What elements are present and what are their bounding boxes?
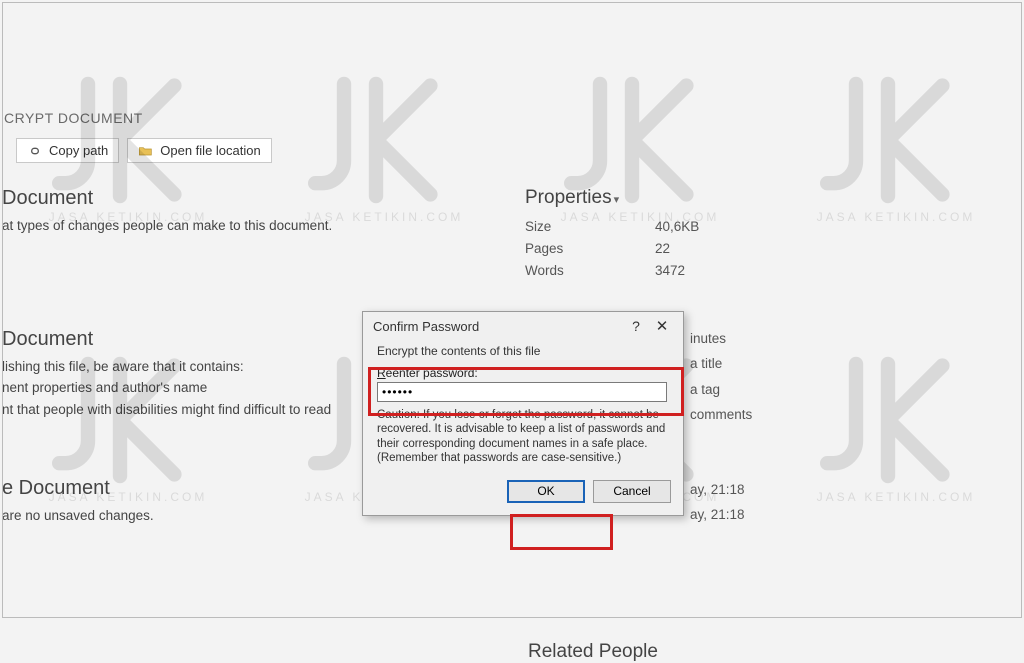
toolbar: Copy path Open file location [0,138,1024,163]
close-icon[interactable]: ✕ [649,317,675,335]
open-location-label: Open file location [160,143,260,158]
ok-button[interactable]: OK [507,480,585,503]
folder-open-icon [138,144,154,158]
confirm-password-dialog: Confirm Password ? ✕ Encrypt the content… [362,311,684,516]
properties-table: Size 40,6KB Pages 22 Words 3472 [525,219,1024,278]
properties-heading[interactable]: Properties▾ [525,187,1024,209]
cancel-button[interactable]: Cancel [593,480,671,503]
chevron-down-icon: ▾ [612,194,620,206]
prop-val-pages: 22 [655,241,1024,256]
protect-document-section: Document at types of changes people can … [0,187,525,236]
prop-val-size: 40,6KB [655,219,1024,234]
dialog-titlebar[interactable]: Confirm Password ? ✕ [363,312,683,340]
prop-key-pages: Pages [525,241,655,256]
link-icon [27,144,43,158]
prop-key-size: Size [525,219,655,234]
reenter-password-input[interactable] [377,382,667,402]
prop-tail[interactable]: comments [690,402,752,427]
prop-tail[interactable]: a tag [690,377,752,402]
dialog-subtitle: Encrypt the contents of this file [377,344,671,358]
dialog-title: Confirm Password [373,319,623,334]
prop-tail[interactable]: a title [690,351,752,376]
help-icon[interactable]: ? [623,318,649,334]
prop-tail: inutes [690,326,752,351]
copy-path-label: Copy path [49,143,108,158]
prop-key-words: Words [525,263,655,278]
caution-text: Caution: If you lose or forget the passw… [377,408,667,466]
prop-tail: ay, 21:18 [690,478,745,503]
password-label: Reenter password: [377,366,671,380]
section-heading: Document [0,187,525,210]
copy-path-button[interactable]: Copy path [16,138,119,163]
prop-val-words: 3472 [655,263,1024,278]
related-people-heading: Related People [528,641,658,663]
doc-name-label: CRYPT DOCUMENT [0,110,1024,126]
open-location-button[interactable]: Open file location [127,138,271,163]
section-body: at types of changes people can make to t… [0,216,525,236]
prop-tail: ay, 21:18 [690,503,745,528]
